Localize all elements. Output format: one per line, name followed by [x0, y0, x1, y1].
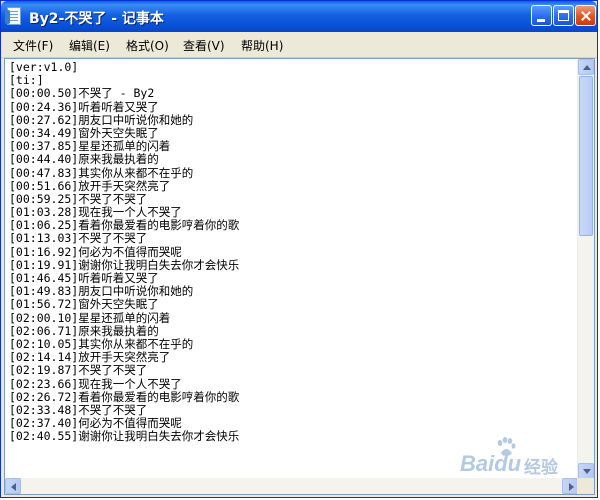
vertical-scrollbar[interactable] — [577, 59, 594, 479]
text-line: [02:19.87]不哭了不哭了 — [9, 363, 148, 378]
horizontal-scrollbar[interactable] — [5, 478, 578, 494]
text-editor[interactable]: [ver:v1.0] [ti:] [00:00.50]不哭了 - By2 [00:24… — [4, 58, 595, 495]
text-line: [02:26.72]看着你最爱看的电影哼着你的歌 — [9, 389, 240, 404]
text-line: [01:13.03]不哭了不哭了 — [9, 231, 148, 246]
menu-help[interactable]: 帮助(H) — [241, 37, 283, 54]
text-line: [02:00.10]星星还孤单的闪着 — [9, 310, 171, 325]
text-line: [00:51.66]放开手天突然亮了 — [9, 178, 171, 193]
text-line: [00:00.50]不哭了 - By2 — [9, 86, 155, 101]
watermark-brand: Baidu — [460, 451, 522, 476]
text-line: [00:24.36]听着听着又哭了 — [9, 99, 159, 114]
text-line: [01:56.72]窗外天空失眠了 — [9, 297, 159, 312]
scroll-up-button[interactable] — [578, 59, 594, 75]
menu-edit[interactable]: 编辑(E) — [69, 37, 110, 54]
document-text[interactable]: [ver:v1.0] [ti:] [00:00.50]不哭了 - By2 [00:24… — [9, 61, 579, 471]
notepad-icon[interactable] — [5, 7, 21, 25]
text-line: [02:23.66]现在我一个人不哭了 — [9, 376, 182, 391]
notepad-window: By2-不哭了 - 记事本 文件(F) 编辑(E) 格式(O) 查看(V) 帮助… — [0, 0, 598, 498]
scroll-left-button[interactable] — [5, 478, 21, 494]
watermark-sub: 经验 — [524, 458, 558, 478]
scroll-right-button[interactable] — [562, 478, 578, 494]
text-line: [00:44.40]原来我最执着的 — [9, 152, 159, 167]
title-bar[interactable]: By2-不哭了 - 记事本 — [1, 1, 597, 32]
menu-bar: 文件(F) 编辑(E) 格式(O) 查看(V) 帮助(H) — [1, 32, 597, 58]
text-line: [ver:v1.0] — [9, 61, 79, 74]
text-line: [00:47.83]其实你从来都不在乎的 — [9, 165, 194, 180]
menu-format[interactable]: 格式(O) — [126, 37, 169, 54]
size-grip[interactable] — [577, 478, 594, 494]
scroll-thumb[interactable] — [579, 76, 593, 236]
menu-view[interactable]: 查看(V) — [183, 37, 225, 54]
text-line: [00:27.62]朋友口中听说你和她的 — [9, 112, 194, 127]
baidu-watermark: Baidu 经验 — [458, 437, 598, 478]
text-line: [01:16.92]何必为不值得而哭呢 — [9, 244, 182, 259]
window-title: By2-不哭了 - 记事本 — [29, 11, 164, 27]
minimize-button[interactable] — [531, 5, 552, 26]
close-button[interactable] — [575, 5, 596, 26]
maximize-button[interactable] — [553, 5, 574, 26]
text-line: [02:06.71]原来我最执着的 — [9, 323, 159, 338]
menu-file[interactable]: 文件(F) — [13, 37, 53, 54]
